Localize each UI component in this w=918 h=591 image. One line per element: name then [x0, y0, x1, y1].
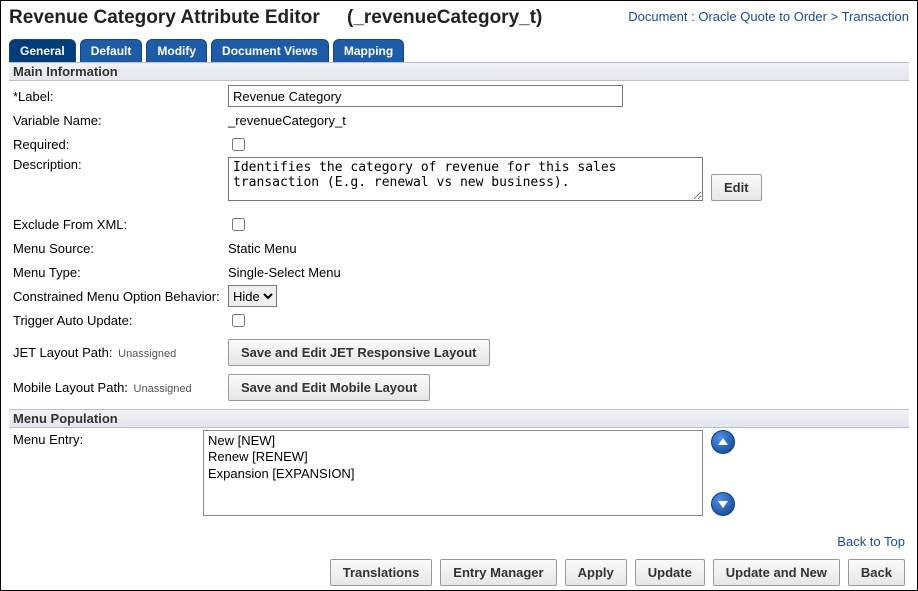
move-down-button[interactable]	[711, 492, 735, 516]
tab-general[interactable]: General	[9, 39, 76, 62]
menu-entry-item[interactable]: Renew [RENEW]	[208, 449, 698, 465]
constrained-behavior-select[interactable]: Hide	[228, 285, 277, 307]
edit-button[interactable]: Edit	[711, 174, 762, 201]
tab-mapping[interactable]: Mapping	[333, 39, 404, 62]
move-up-button[interactable]	[711, 430, 735, 454]
tab-modify[interactable]: Modify	[146, 39, 207, 62]
trigger-auto-update-label: Trigger Auto Update:	[13, 313, 228, 328]
section-menu-population-body: Menu Entry: New [NEW] Renew [RENEW] Expa…	[9, 428, 909, 520]
tab-default[interactable]: Default	[80, 39, 143, 62]
back-to-top-link[interactable]: Back to Top	[837, 534, 905, 549]
tab-bar: General Default Modify Document Views Ma…	[9, 39, 909, 62]
header-row: Revenue Category Attribute Editor (_reve…	[9, 7, 909, 29]
update-button[interactable]: Update	[635, 559, 705, 586]
label-label: *Label:	[13, 89, 228, 104]
breadcrumb-link-1[interactable]: Oracle Quote to Order	[698, 9, 827, 24]
back-button[interactable]: Back	[848, 559, 905, 586]
constrained-behavior-label: Constrained Menu Option Behavior:	[13, 289, 228, 304]
mobile-layout-path-label: Mobile Layout Path:	[13, 380, 128, 395]
exclude-xml-label: Exclude From XML:	[13, 217, 228, 232]
menu-entry-item[interactable]: New [NEW]	[208, 433, 698, 449]
save-edit-jet-layout-button[interactable]: Save and Edit JET Responsive Layout	[228, 339, 490, 366]
page-title-affix: (_revenueCategory_t)	[347, 7, 542, 28]
menu-source-value: Static Menu	[228, 241, 297, 256]
app-frame: Revenue Category Attribute Editor (_reve…	[0, 0, 918, 591]
variable-name-label: Variable Name:	[13, 113, 228, 128]
menu-type-value: Single-Select Menu	[228, 265, 341, 280]
menu-source-label: Menu Source:	[13, 241, 228, 256]
arrow-down-icon	[717, 498, 729, 510]
menu-type-label: Menu Type:	[13, 265, 228, 280]
breadcrumb: Document : Oracle Quote to Order > Trans…	[628, 7, 909, 24]
arrow-up-icon	[717, 436, 729, 448]
breadcrumb-sep: >	[827, 9, 842, 24]
back-to-top-row: Back to Top	[9, 520, 909, 549]
menu-entry-item[interactable]: Expansion [EXPANSION]	[208, 466, 698, 482]
apply-button[interactable]: Apply	[565, 559, 627, 586]
jet-layout-path-cell: JET Layout Path: Unassigned	[13, 345, 228, 360]
breadcrumb-link-2[interactable]: Transaction	[842, 9, 909, 24]
tab-document-views[interactable]: Document Views	[211, 39, 329, 62]
required-label: Required:	[13, 137, 228, 152]
mobile-layout-path-cell: Mobile Layout Path: Unassigned	[13, 380, 228, 395]
jet-layout-path-value: Unassigned	[118, 348, 176, 360]
page-title-block: Revenue Category Attribute Editor (_reve…	[9, 7, 542, 29]
breadcrumb-prefix: Document :	[628, 9, 698, 24]
variable-name-value: _revenueCategory_t	[228, 113, 346, 128]
label-input[interactable]	[228, 85, 623, 107]
trigger-auto-update-checkbox[interactable]	[232, 314, 245, 327]
footer-button-bar: Translations Entry Manager Apply Update …	[9, 549, 909, 586]
menu-entry-label: Menu Entry:	[13, 430, 203, 447]
translations-button[interactable]: Translations	[330, 559, 433, 586]
description-textarea[interactable]	[228, 157, 703, 201]
menu-entry-list[interactable]: New [NEW] Renew [RENEW] Expansion [EXPAN…	[203, 430, 703, 516]
reorder-arrow-column	[703, 430, 735, 516]
page-title: Revenue Category Attribute Editor	[9, 7, 320, 28]
required-checkbox[interactable]	[232, 138, 245, 151]
description-label: Description:	[13, 157, 228, 172]
jet-layout-path-label: JET Layout Path:	[13, 345, 113, 360]
exclude-xml-checkbox[interactable]	[232, 218, 245, 231]
save-edit-mobile-layout-button[interactable]: Save and Edit Mobile Layout	[228, 374, 430, 401]
section-main-information-header: Main Information	[9, 62, 909, 81]
mobile-layout-path-value: Unassigned	[134, 383, 192, 395]
section-main-information-body: *Label: Variable Name: _revenueCategory_…	[9, 81, 909, 409]
update-and-new-button[interactable]: Update and New	[713, 559, 840, 586]
entry-manager-button[interactable]: Entry Manager	[440, 559, 556, 586]
section-menu-population-header: Menu Population	[9, 409, 909, 428]
